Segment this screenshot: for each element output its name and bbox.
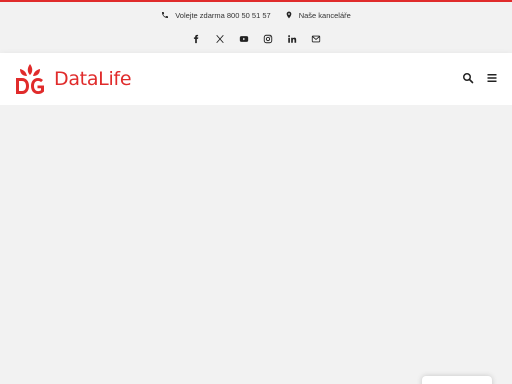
x-twitter-icon[interactable] <box>215 34 225 44</box>
instagram-icon[interactable] <box>263 34 273 44</box>
site-logo[interactable]: DataLife <box>14 62 132 96</box>
main-content-area <box>0 105 512 384</box>
social-row <box>0 32 512 46</box>
youtube-icon[interactable] <box>239 34 249 44</box>
contact-row: Volejte zdarma 800 50 51 57 Naše kancelá… <box>0 8 512 22</box>
header-actions <box>462 70 498 86</box>
menu-icon[interactable] <box>486 72 498 84</box>
search-icon[interactable] <box>462 72 474 84</box>
facebook-icon[interactable] <box>191 34 201 44</box>
phone-link[interactable]: Volejte zdarma 800 50 51 57 <box>161 11 271 20</box>
map-marker-icon <box>286 11 292 19</box>
offices-text: Naše kanceláře <box>298 10 351 20</box>
logo-mark-icon <box>14 62 46 96</box>
logo-text: DataLife <box>54 68 132 90</box>
mail-icon[interactable] <box>311 34 321 44</box>
corner-widget[interactable] <box>422 376 492 384</box>
phone-text: Volejte zdarma 800 50 51 57 <box>175 10 271 20</box>
topbar: Volejte zdarma 800 50 51 57 Naše kancelá… <box>0 2 512 53</box>
phone-icon <box>162 12 169 18</box>
site-header: DataLife <box>0 53 512 105</box>
linkedin-icon[interactable] <box>287 34 297 44</box>
offices-link[interactable]: Naše kanceláře <box>285 11 351 20</box>
